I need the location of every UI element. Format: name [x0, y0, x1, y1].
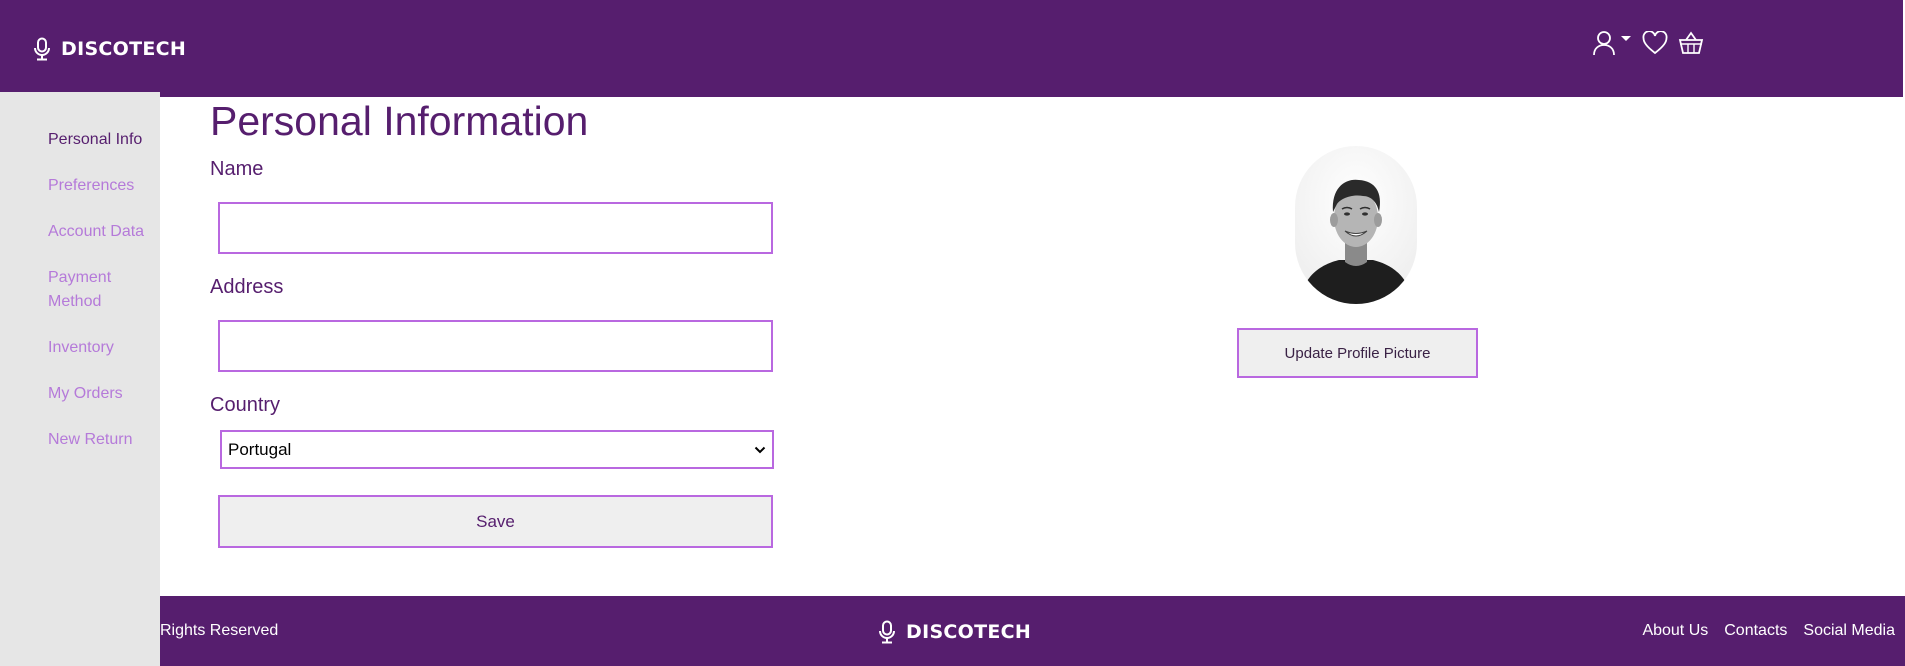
account-menu-button[interactable]: [1592, 30, 1632, 56]
footer: Rights Reserved DISCOTECH About Us Conta…: [160, 596, 1905, 666]
user-icon: [1593, 31, 1615, 56]
save-button[interactable]: Save: [218, 495, 773, 548]
microphone-icon: [34, 37, 50, 61]
microphone-icon: [879, 620, 895, 644]
top-header: DISCOTECH: [0, 0, 1903, 97]
page: DISCOTECH Personal Info Preferences Acco…: [0, 0, 1905, 666]
sidebar: Personal Info Preferences Account Data P…: [0, 92, 160, 666]
address-label: Address: [210, 276, 284, 298]
country-select-value: Portugal: [228, 439, 292, 459]
brand-name: DISCOTECH: [61, 38, 187, 60]
page-title: Personal Information: [210, 98, 589, 144]
header-logo[interactable]: DISCOTECH: [33, 37, 186, 61]
basket-button[interactable]: [1678, 31, 1704, 55]
header-icon-bar: [1592, 30, 1704, 56]
country-select[interactable]: Portugal: [220, 430, 774, 469]
footer-logo[interactable]: DISCOTECH: [878, 620, 1031, 644]
sidebar-item-personal-info[interactable]: Personal Info: [48, 128, 158, 152]
profile-photo: [1295, 146, 1417, 304]
name-input[interactable]: [218, 202, 773, 254]
country-label: Country: [210, 394, 281, 416]
sidebar-item-my-orders[interactable]: My Orders: [48, 382, 158, 406]
address-input[interactable]: [218, 320, 773, 372]
sidebar-item-preferences[interactable]: Preferences: [48, 174, 158, 198]
wishlist-button[interactable]: [1642, 31, 1668, 55]
sidebar-item-payment-method[interactable]: Payment Method: [48, 266, 128, 314]
name-label: Name: [210, 158, 264, 180]
sidebar-item-account-data[interactable]: Account Data: [48, 220, 158, 244]
footer-links: About Us Contacts Social Media: [1626, 622, 1895, 640]
footer-link-contacts[interactable]: Contacts: [1724, 622, 1787, 640]
footer-link-social-media[interactable]: Social Media: [1803, 622, 1895, 640]
sidebar-item-inventory[interactable]: Inventory: [48, 336, 158, 360]
chevron-down-icon: [754, 446, 766, 453]
sidebar-item-new-return[interactable]: New Return: [48, 428, 158, 452]
footer-rights: Rights Reserved: [160, 622, 279, 639]
heart-icon: [1642, 31, 1668, 55]
profile-avatar: [1295, 146, 1417, 304]
basket-icon: [1678, 31, 1704, 54]
footer-link-about-us[interactable]: About Us: [1642, 622, 1708, 640]
footer-brand-name: DISCOTECH: [906, 621, 1032, 643]
caret-down-icon: [1621, 36, 1631, 41]
update-profile-picture-button[interactable]: Update Profile Picture: [1237, 328, 1478, 378]
